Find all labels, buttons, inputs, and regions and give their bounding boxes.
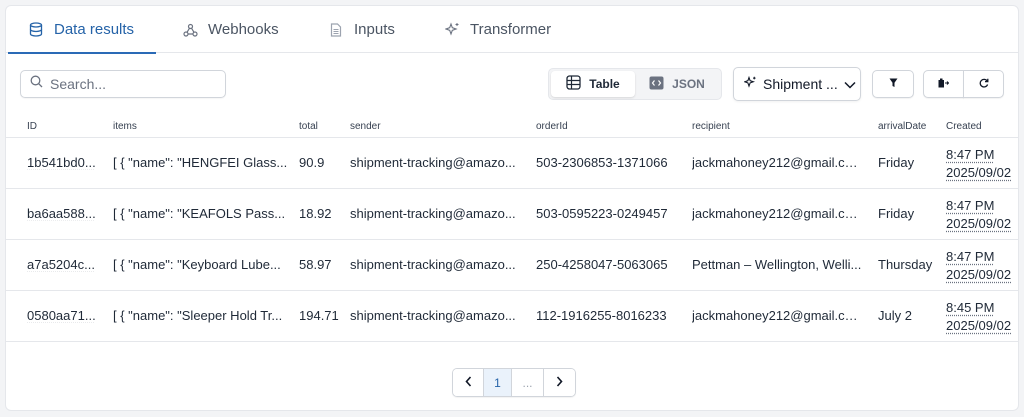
row-order-id: 112-1916255-8016233 [536,308,667,323]
row-id-link[interactable]: 1b541bd0... [27,155,101,170]
column-header-arrivaldate[interactable]: arrivalDate [878,121,942,132]
tab-label: Transformer [470,21,552,38]
filter-icon [889,75,898,93]
row-total: 58.97 [299,257,332,272]
chevron-down-icon [844,76,856,92]
column-header-items[interactable]: items [113,121,289,132]
json-view-label: JSON [672,77,705,91]
row-created[interactable]: 8:47 PM 2025/09/02 [946,197,1018,233]
filter-button[interactable] [872,70,914,98]
row-total: 18.92 [299,206,332,221]
row-created-time: 8:45 PM [946,300,995,315]
json-view-button[interactable]: JSON [635,71,719,97]
column-header-recipient[interactable]: recipient [692,121,862,132]
chevron-right-icon [556,375,563,390]
row-order-id: 503-2306853-1371066 [536,155,668,170]
row-created-time: 8:47 PM [946,198,995,213]
tab-inputs[interactable]: Inputs [328,6,395,53]
row-items: [ { "name": "HENGFEI Glass... [113,155,288,170]
row-sender: shipment-tracking@amazo... [350,308,516,323]
page-ellipsis: ... [512,369,544,396]
row-created-time: 8:47 PM [946,249,995,264]
chevron-left-icon [464,375,472,390]
refresh-button[interactable] [963,70,1004,98]
row-recipient: Pettman – Wellington, Welli... [692,257,862,272]
table-view-button[interactable]: Table [551,71,635,97]
row-created-time: 8:47 PM [946,147,995,162]
column-header-created[interactable]: Created [946,121,1018,132]
sparkle-icon [743,75,757,92]
row-sender: shipment-tracking@amazo... [350,206,516,221]
row-arrival-date: July 2 [878,308,912,323]
document-icon [328,22,344,38]
tab-label: Inputs [354,21,395,38]
row-sender: shipment-tracking@amazo... [350,155,516,170]
column-header-sender[interactable]: sender [350,121,521,132]
search-icon [30,75,43,93]
row-recipient: jackmahoney212@gmail.com [692,155,862,170]
row-id-link[interactable]: a7a5204c... [27,257,101,272]
table-view-label: Table [589,77,620,91]
view-toggle: Table JSON [548,68,722,100]
row-id-link[interactable]: ba6aa588... [27,206,101,221]
table-header: ID items total sender orderId recipient … [6,116,1018,138]
row-arrival-date: Thursday [878,257,933,272]
table-icon [566,75,581,93]
webhook-icon [182,22,198,38]
tab-label: Data results [54,21,135,38]
database-icon [28,22,44,38]
collection-selected-value: Shipment ... [763,76,838,92]
row-created[interactable]: 8:45 PM 2025/09/02 [946,299,1018,335]
row-sender: shipment-tracking@amazo... [350,257,516,272]
table-row[interactable]: 1b541bd0... [ { "name": "HENGFEI Glass..… [6,138,1018,189]
row-items: [ { "name": "Keyboard Lube... [113,257,281,272]
previous-page-button[interactable] [453,369,484,396]
row-recipient: jackmahoney212@gmail.com [692,206,862,221]
search-field[interactable] [20,70,226,98]
row-created[interactable]: 8:47 PM 2025/09/02 [946,146,1018,182]
tab-label: Webhooks [208,21,279,38]
row-items: [ { "name": "Sleeper Hold Tr... [113,308,283,323]
table-row[interactable]: a7a5204c... [ { "name": "Keyboard Lube..… [6,240,1018,291]
row-items: [ { "name": "KEAFOLS Pass... [113,206,286,221]
sparkle-icon [444,22,460,38]
page-1-button[interactable]: 1 [484,369,512,396]
export-button[interactable] [923,70,964,98]
column-header-id[interactable]: ID [27,121,101,132]
tab-data-results[interactable]: Data results [7,6,157,54]
refresh-icon [979,75,989,93]
pagination: 1 ... [452,368,576,397]
row-created[interactable]: 8:47 PM 2025/09/02 [946,248,1018,284]
row-created-date: 2025/09/02 [946,267,1012,282]
column-header-orderid[interactable]: orderId [536,121,682,132]
export-icon [938,75,950,93]
row-id-link[interactable]: 0580aa71... [27,308,101,323]
results-panel: Data results Webhooks Inputs Transformer [5,5,1019,411]
table-row[interactable]: 0580aa71... [ { "name": "Sleeper Hold Tr… [6,291,1018,342]
collection-dropdown[interactable]: Shipment ... [733,67,861,101]
tab-webhooks[interactable]: Webhooks [182,6,279,53]
search-input[interactable] [50,76,210,92]
row-recipient: jackmahoney212@gmail.com [692,308,862,323]
next-page-button[interactable] [544,369,575,396]
column-header-total[interactable]: total [299,121,341,132]
table-row[interactable]: ba6aa588... [ { "name": "KEAFOLS Pass...… [6,189,1018,240]
code-icon [649,76,664,93]
row-arrival-date: Friday [878,206,915,221]
row-created-date: 2025/09/02 [946,165,1012,180]
row-total: 194.71 [299,308,339,323]
tab-bar: Data results Webhooks Inputs Transformer [6,6,1018,54]
row-arrival-date: Friday [878,155,915,170]
data-table: ID items total sender orderId recipient … [6,116,1018,342]
row-total: 90.9 [299,155,325,170]
tab-transformer[interactable]: Transformer [444,6,551,53]
row-order-id: 250-4258047-5063065 [536,257,668,272]
row-created-date: 2025/09/02 [946,318,1012,333]
row-order-id: 503-0595223-0249457 [536,206,668,221]
row-created-date: 2025/09/02 [946,216,1012,231]
